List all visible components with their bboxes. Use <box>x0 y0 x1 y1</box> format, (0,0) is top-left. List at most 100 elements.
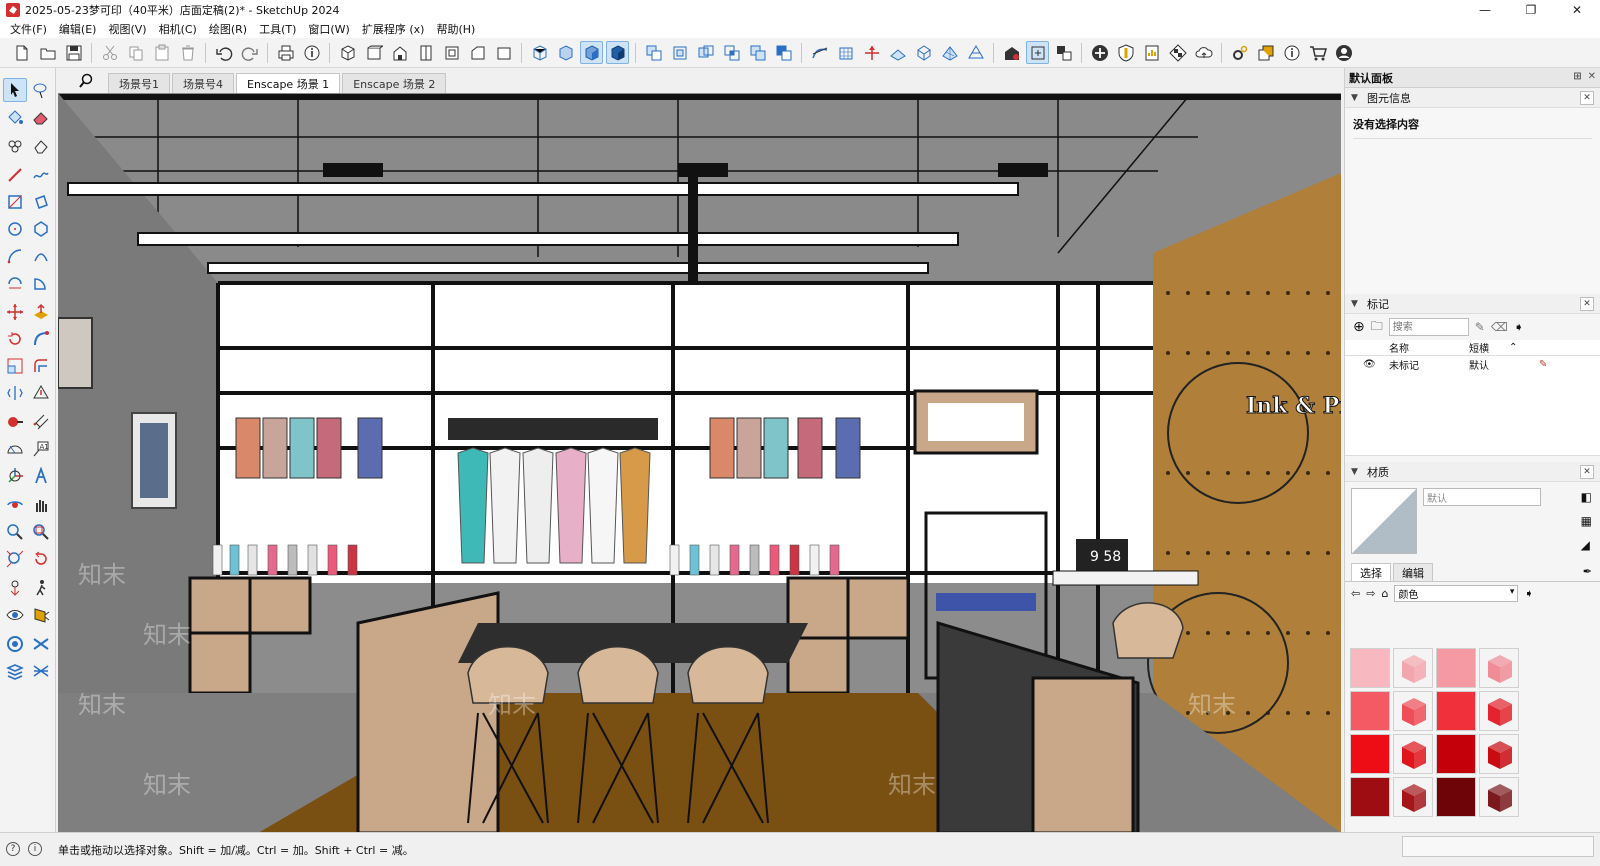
drape-icon[interactable] <box>912 41 935 64</box>
stamp-icon[interactable] <box>886 41 909 64</box>
menu-camera[interactable]: 相机(C) <box>153 21 203 37</box>
current-material-swatch[interactable] <box>1351 488 1417 554</box>
select-tool-icon[interactable] <box>3 78 27 102</box>
shaded-textures-icon[interactable] <box>606 41 629 64</box>
tab-select[interactable]: 选择 <box>1351 563 1391 581</box>
material-swatch[interactable] <box>1436 691 1476 731</box>
sandbox-contours-icon[interactable] <box>808 41 831 64</box>
paste-icon[interactable] <box>150 41 173 64</box>
pie-tool-icon[interactable] <box>29 271 53 295</box>
outer-shell-icon[interactable] <box>694 41 717 64</box>
union-icon[interactable] <box>746 41 769 64</box>
close-button[interactable]: ✕ <box>1554 0 1600 20</box>
left-view-icon[interactable] <box>466 41 489 64</box>
zoom-window-icon[interactable] <box>29 520 53 544</box>
copy-icon[interactable] <box>124 41 147 64</box>
subtract-icon[interactable] <box>772 41 795 64</box>
two-point-arc-icon[interactable] <box>29 244 53 268</box>
circle-tool-icon[interactable] <box>3 217 27 241</box>
shield-icon[interactable] <box>1114 41 1137 64</box>
section-plane-icon[interactable] <box>29 603 53 627</box>
table-row[interactable]: 👁 未标记 默认 ✎ <box>1345 356 1600 372</box>
3d-text-icon[interactable] <box>29 464 53 488</box>
tag-delete-icon[interactable]: ⌫ <box>1491 320 1508 334</box>
flip-tool-icon[interactable] <box>3 381 27 405</box>
display-secondary-icon[interactable]: ◧ <box>1581 490 1592 504</box>
material-swatch[interactable] <box>1393 777 1433 817</box>
tray-close-icon[interactable]: ✕ <box>1588 71 1596 82</box>
material-swatch[interactable] <box>1393 648 1433 688</box>
material-swatch[interactable] <box>1479 691 1519 731</box>
solid-tools-icon[interactable] <box>29 381 53 405</box>
preferences-gear-icon[interactable] <box>1228 41 1251 64</box>
tags-col-name[interactable]: 名称 <box>1389 340 1469 355</box>
xray-icon[interactable] <box>528 41 551 64</box>
tab-scene-1[interactable]: 场景号1 <box>108 73 170 93</box>
menu-draw[interactable]: 绘图(R) <box>203 21 253 37</box>
home-icon[interactable]: ⌂ <box>1381 587 1388 600</box>
eye-icon[interactable]: 👁 <box>1363 359 1389 370</box>
freehand-tool-icon[interactable] <box>29 163 53 187</box>
paint-bucket-icon[interactable] <box>3 105 27 129</box>
material-swatch[interactable] <box>1350 691 1390 731</box>
checker-icon[interactable] <box>1166 41 1189 64</box>
tab-scene-4[interactable]: 场景号4 <box>172 73 234 93</box>
materials-header[interactable]: ▼ 材质 ✕ <box>1345 462 1600 482</box>
library-details-icon[interactable]: ➧ <box>1524 587 1533 600</box>
material-swatch[interactable] <box>1479 777 1519 817</box>
right-view-icon[interactable] <box>414 41 437 64</box>
menu-edit[interactable]: 编辑(E) <box>53 21 103 37</box>
eraser-icon[interactable] <box>29 105 53 129</box>
sandbox-grid-icon[interactable] <box>834 41 857 64</box>
close-panel-icon[interactable]: ✕ <box>1580 91 1594 105</box>
back-view-icon[interactable] <box>440 41 463 64</box>
menu-window[interactable]: 窗口(W) <box>302 21 355 37</box>
move-tool-icon[interactable] <box>3 300 27 324</box>
warehouse-icon[interactable] <box>1000 41 1023 64</box>
orbit-tool-icon[interactable] <box>3 493 27 517</box>
eyedropper-icon[interactable]: ✒ <box>1583 565 1592 578</box>
tag-tool-icon[interactable] <box>3 134 27 158</box>
material-swatch[interactable] <box>1479 648 1519 688</box>
zoom-tool-icon[interactable] <box>3 520 27 544</box>
geo-location-icon[interactable]: ? <box>6 842 20 856</box>
intersect-icon[interactable] <box>720 41 743 64</box>
tape-measure-icon[interactable] <box>3 410 27 434</box>
tile-pattern-icon[interactable] <box>29 659 53 683</box>
tags-header[interactable]: ▼ 标记 ✕ <box>1345 294 1600 314</box>
pencil-icon[interactable]: ✎ <box>1539 359 1547 370</box>
material-library-select[interactable]: 颜色 <box>1394 584 1519 602</box>
info-icon[interactable] <box>1280 41 1303 64</box>
rotate-tool-icon[interactable] <box>3 327 27 351</box>
axes-tool-icon[interactable] <box>3 464 27 488</box>
push-pull-icon[interactable] <box>29 300 53 324</box>
material-swatch[interactable] <box>1436 777 1476 817</box>
add-folder-icon[interactable]: 🗀 <box>1371 317 1383 338</box>
scene-search-icon[interactable] <box>64 68 108 93</box>
dimension-tool-icon[interactable] <box>29 410 53 434</box>
three-point-arc-icon[interactable] <box>3 271 27 295</box>
tag-pencil-icon[interactable]: ✎ <box>1475 320 1485 334</box>
flip-edge-icon[interactable] <box>964 41 987 64</box>
material-swatch[interactable] <box>1393 691 1433 731</box>
account-icon[interactable] <box>1332 41 1355 64</box>
layout-icon[interactable] <box>1052 41 1075 64</box>
menu-extensions[interactable]: 扩展程序 (x) <box>356 21 431 37</box>
smoove-icon[interactable] <box>860 41 883 64</box>
model-info-icon[interactable] <box>300 41 323 64</box>
back-edges-icon[interactable] <box>554 41 577 64</box>
add-location-icon[interactable] <box>1088 41 1111 64</box>
protractor-icon[interactable] <box>3 437 27 461</box>
print-icon[interactable] <box>274 41 297 64</box>
outliner-icon[interactable] <box>3 632 27 656</box>
measurements-box[interactable] <box>1402 836 1594 857</box>
add-tag-icon[interactable]: ⊕ <box>1353 319 1365 335</box>
style-builder-icon[interactable] <box>1254 41 1277 64</box>
add-detail-icon[interactable] <box>938 41 961 64</box>
model-viewport[interactable]: Ink & Print <box>58 93 1341 833</box>
material-swatch[interactable] <box>1479 734 1519 774</box>
scale-tool-icon[interactable] <box>3 354 27 378</box>
text-tool-icon[interactable]: A1 <box>29 437 53 461</box>
material-swatch[interactable] <box>1436 648 1476 688</box>
tag-eraser-icon[interactable] <box>29 134 53 158</box>
